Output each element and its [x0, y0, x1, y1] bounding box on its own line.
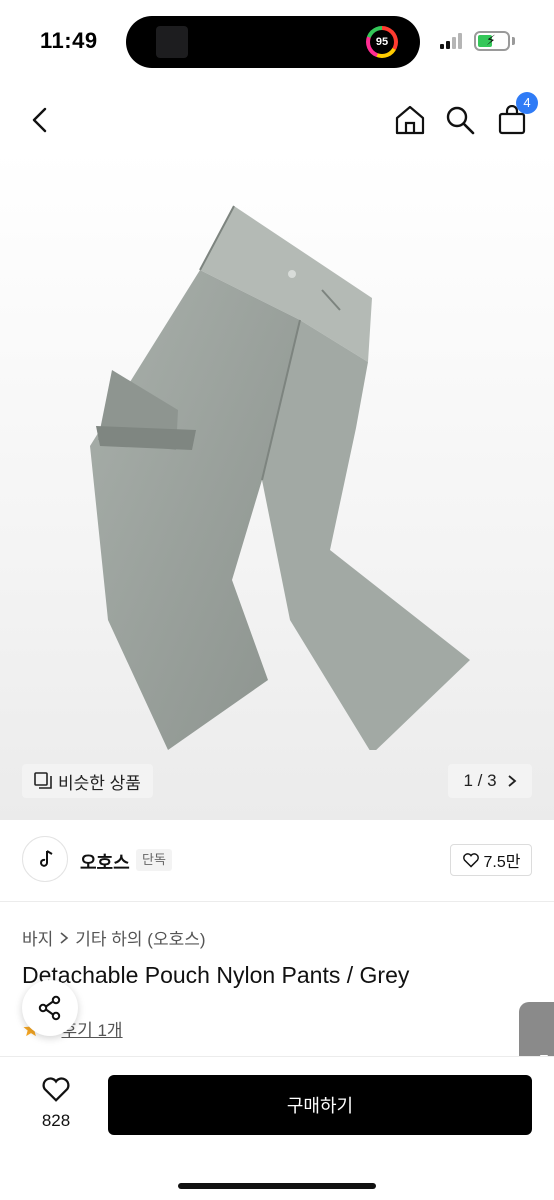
status-bar: 11:49 95 ⚡	[0, 0, 554, 84]
island-app-icon	[156, 26, 188, 58]
back-icon	[32, 107, 47, 133]
product-image-gallery[interactable]: 비슷한 상품 1 / 3	[0, 150, 554, 820]
breadcrumb-item[interactable]: 바지	[22, 925, 53, 950]
search-button[interactable]	[440, 100, 480, 140]
activity-ring-value: 95	[370, 30, 394, 54]
wishlist-count: 828	[41, 1111, 71, 1130]
home-icon	[395, 105, 425, 135]
brand-logo-mark-icon	[40, 850, 53, 867]
buy-button[interactable]: 구매하기	[108, 1075, 532, 1135]
similar-products-label: 비슷한 상품	[58, 773, 141, 793]
home-button[interactable]	[390, 100, 430, 140]
heart-outline-icon	[462, 853, 479, 868]
dynamic-island: 95	[126, 16, 420, 68]
activity-ring-icon: 95	[366, 26, 398, 58]
wishlist-button[interactable]: 828	[22, 1075, 90, 1131]
bottom-action-bar: 828 구매하기	[0, 1056, 554, 1200]
product-title: Detachable Pouch Nylon Pants / Grey	[22, 962, 410, 988]
heart-outline-icon	[42, 1077, 70, 1102]
cart-button[interactable]: 4	[492, 92, 538, 140]
similar-products-icon	[34, 772, 52, 789]
cart-count-badge: 4	[516, 92, 538, 114]
exclusive-badge: 단독	[136, 849, 172, 871]
similar-products-button[interactable]: 비슷한 상품	[22, 764, 153, 798]
brand-name[interactable]: 오호스	[80, 849, 130, 875]
home-indicator	[178, 1183, 376, 1189]
search-icon	[446, 106, 475, 135]
image-pager[interactable]: 1 / 3	[448, 764, 532, 798]
brand-row: 오호스 단독 7.5만	[0, 820, 554, 902]
chevron-right-icon	[507, 775, 516, 787]
pager-text: 1 / 3	[463, 771, 497, 790]
brand-logo[interactable]	[22, 836, 68, 882]
back-button[interactable]	[20, 100, 60, 140]
breadcrumb: 바지 기타 하의 (오호스)	[22, 925, 206, 950]
chevron-right-icon	[60, 931, 69, 944]
top-navigation: 4	[0, 92, 554, 152]
share-button[interactable]	[22, 980, 78, 1036]
battery-icon: ⚡	[474, 31, 510, 51]
brand-like-count: 7.5만	[483, 854, 521, 871]
breadcrumb-item[interactable]: 기타 하의 (오호스)	[75, 925, 205, 950]
product-image	[90, 205, 470, 750]
brand-like-button[interactable]: 7.5만	[450, 844, 532, 876]
share-icon	[38, 995, 61, 1021]
status-time: 11:49	[40, 28, 98, 53]
cellular-signal-icon	[440, 33, 466, 49]
